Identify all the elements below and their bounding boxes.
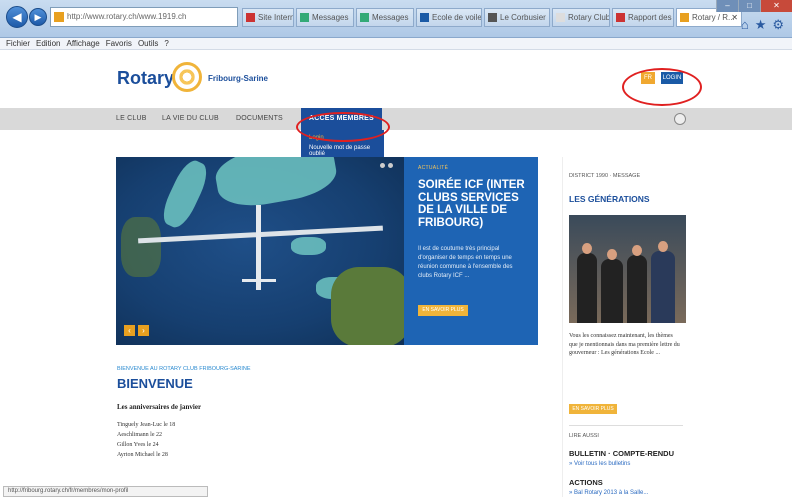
welcome-kicker: BIENVENUE AU ROTARY CLUB FRIBOURG-SARINE: [117, 366, 251, 372]
tab-favicon-icon: [420, 13, 429, 22]
browser-tab[interactable]: Ecole de voile: [416, 8, 482, 27]
close-button[interactable]: ✕: [760, 0, 792, 12]
star-icon[interactable]: ★: [755, 17, 767, 33]
next-arrow-icon[interactable]: ›: [138, 325, 149, 336]
sidebar-kicker: DISTRICT 1990 · MESSAGE: [569, 173, 641, 179]
bulletin-title: BULLETIN · COMPTE-RENDU: [569, 449, 674, 458]
slider-dot[interactable]: [380, 163, 385, 168]
browser-tab[interactable]: Rotary Club: [552, 8, 610, 27]
land-shape: [121, 217, 161, 277]
birthdays-heading: Les anniversaires de janvier: [117, 403, 202, 411]
rotary-wheel-icon[interactable]: [172, 62, 202, 92]
maximize-button[interactable]: □: [738, 0, 760, 12]
slider-dot[interactable]: [388, 163, 393, 168]
site-favicon-icon: [54, 12, 64, 22]
bulletin-link[interactable]: » Voir tous les bulletins: [569, 461, 630, 467]
actions-title: ACTIONS: [569, 478, 603, 487]
reef-shape: [157, 157, 213, 232]
hero-title[interactable]: SOIRÉE ICF (INTER CLUBS SERVICES DE LA V…: [418, 179, 534, 229]
reef-shape: [212, 157, 340, 213]
window-controls: – □ ✕: [716, 0, 792, 12]
hero-image: [116, 157, 404, 345]
photo-person: [651, 251, 675, 323]
birthday-line: Ayrton Michael le 28: [117, 452, 168, 458]
sidebar: DISTRICT 1990 · MESSAGE LES GÉNÉRATIONS …: [562, 157, 688, 497]
minimize-button[interactable]: –: [716, 0, 738, 12]
logo-text[interactable]: Rotary: [117, 68, 174, 89]
browser-tab[interactable]: Messages: [296, 8, 354, 27]
tab-favicon-icon: [616, 13, 625, 22]
browser-tab[interactable]: Messages: [356, 8, 414, 27]
hero-kicker: ACTUALITÉ: [418, 165, 449, 171]
birthday-line: Gillon Yves le 24: [117, 442, 159, 448]
birthday-line: Aeschlimann le 22: [117, 432, 162, 438]
nav-item-le-club[interactable]: LE CLUB: [116, 108, 147, 130]
browser-tab[interactable]: Site Internet: [242, 8, 294, 27]
home-icon[interactable]: ⌂: [741, 17, 749, 33]
back-button[interactable]: ◀: [6, 6, 28, 28]
plane-tail: [242, 279, 276, 282]
tab-favicon-icon: [246, 13, 255, 22]
actions-link[interactable]: » Bal Rotary 2013 à la Salle...: [569, 490, 648, 496]
tab-favicon-icon: [556, 13, 565, 22]
sidebar-title[interactable]: LES GÉNÉRATIONS: [569, 194, 650, 204]
tab-favicon-icon: [680, 13, 689, 22]
address-bar[interactable]: http://www.rotary.ch/www.1919.ch: [50, 7, 238, 27]
hero-caption-panel: ACTUALITÉ SOIRÉE ICF (INTER CLUBS SERVIC…: [404, 157, 538, 345]
menu-item[interactable]: Edition: [36, 38, 60, 49]
main-nav: LE CLUB LA VIE DU CLUB DOCUMENTS ACCÈS M…: [0, 108, 792, 130]
menu-item[interactable]: Affichage: [66, 38, 99, 49]
menu-item[interactable]: Favoris: [106, 38, 132, 49]
photo-person: [627, 255, 647, 323]
nav-item-vie-du-club[interactable]: LA VIE DU CLUB: [162, 108, 219, 130]
annotation-ellipse: [296, 112, 390, 142]
group-photo: [569, 215, 686, 323]
photo-head: [632, 245, 642, 256]
welcome-title: BIENVENUE: [117, 376, 193, 391]
sidebar-text: Vous les connaissez maintenant, les thèm…: [569, 333, 680, 356]
forward-button[interactable]: ▶: [29, 8, 47, 26]
browser-tab[interactable]: Le Corbusier: [484, 8, 550, 27]
slider-dots: [380, 163, 393, 168]
annotation-ellipse: [622, 68, 702, 106]
photo-head: [607, 249, 617, 260]
land-shape: [331, 267, 404, 345]
dropdown-password-link[interactable]: Nouvelle mot de passe oublié: [309, 145, 384, 157]
slider-arrows: ‹ ›: [124, 325, 149, 336]
nav-item-documents[interactable]: DOCUMENTS: [236, 108, 283, 130]
plane-body: [256, 205, 261, 290]
tab-favicon-icon: [488, 13, 497, 22]
divider: [569, 425, 683, 426]
menu-item[interactable]: ?: [164, 38, 168, 49]
photo-person: [601, 259, 623, 323]
gear-icon[interactable]: ⚙: [772, 17, 784, 33]
photo-person: [577, 253, 597, 323]
tab-favicon-icon: [360, 13, 369, 22]
address-text: http://www.rotary.ch/www.1919.ch: [67, 12, 187, 21]
photo-head: [582, 243, 592, 254]
hero-read-more-button[interactable]: EN SAVOIR PLUS: [418, 305, 468, 316]
birthday-line: Tinguely Jean-Luc le 18: [117, 422, 176, 428]
prev-arrow-icon[interactable]: ‹: [124, 325, 135, 336]
menu-item[interactable]: Outils: [138, 38, 158, 49]
sidebar-read-more-button[interactable]: EN SAVOIR PLUS: [569, 404, 617, 414]
sidebar-lire-label: LIRE AUSSI: [569, 433, 599, 439]
browser-menubar: Fichier Edition Affichage Favoris Outils…: [0, 38, 792, 50]
logo-club-name[interactable]: Fribourg-Sarine: [208, 74, 268, 83]
status-bar: http://fribourg.rotary.ch/fr/membres/mon…: [3, 486, 208, 497]
search-icon[interactable]: [674, 113, 686, 125]
menu-item[interactable]: Fichier: [6, 38, 30, 49]
browser-chrome: ◀ ▶ http://www.rotary.ch/www.1919.ch Sit…: [0, 0, 792, 38]
browser-toolbar-icons: ⌂ ★ ⚙: [741, 17, 784, 33]
hero-text: Il est de coutume très principal d'organ…: [418, 246, 513, 279]
tab-favicon-icon: [300, 13, 309, 22]
photo-head: [658, 241, 668, 252]
browser-tab[interactable]: Rapport des: [612, 8, 674, 27]
reef-shape: [291, 237, 326, 255]
